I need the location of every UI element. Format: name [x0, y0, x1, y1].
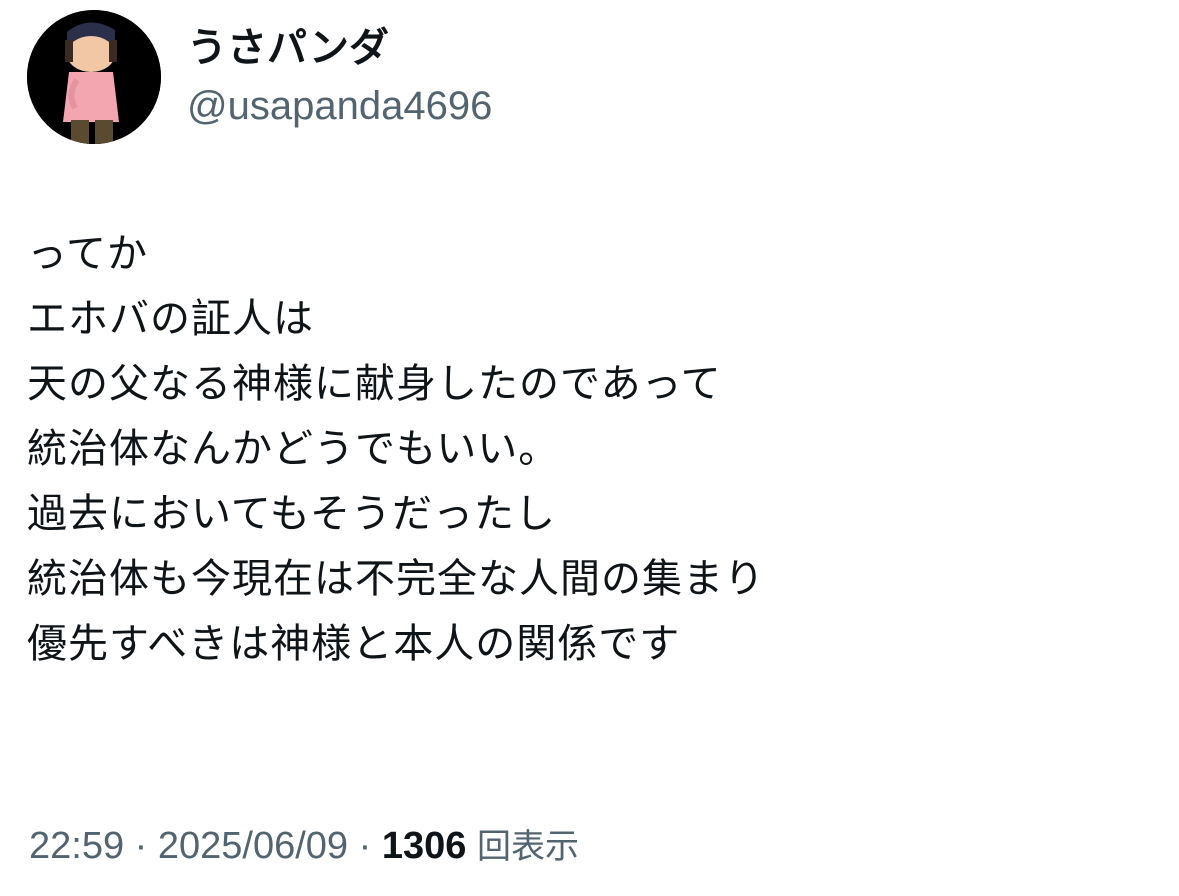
tweet-line: 優先すべきは神様と本人の関係です: [27, 621, 681, 667]
views-label: 回表示: [476, 827, 579, 867]
avatar[interactable]: [27, 10, 161, 144]
tweet-line: 統治体なんかどうでもいい。: [27, 426, 560, 472]
meta-separator: ·: [348, 825, 382, 867]
tweet-time[interactable]: 22:59: [29, 825, 124, 867]
views-count: 1306: [381, 825, 467, 867]
avatar-cartoon-person-icon: [27, 10, 161, 144]
meta-separator: ·: [124, 825, 158, 867]
author-handle[interactable]: @usapanda4696: [187, 80, 492, 132]
author-names: うさパンダ @usapanda4696: [187, 22, 492, 132]
tweet-meta: 22:59 · 2025/06/09 · 1306 回表示: [29, 820, 579, 873]
tweet-date[interactable]: 2025/06/09: [158, 825, 348, 867]
tweet-line: ってか: [27, 231, 148, 277]
tweet-text: ってか エホバの証人は 天の父なる神様に献身したのであって 統治体なんかどうでも…: [27, 222, 1147, 677]
tweet-line: 統治体も今現在は不完全な人間の集まり: [27, 556, 765, 602]
tweet-line: 天の父なる神様に献身したのであって: [27, 361, 722, 407]
tweet-header: うさパンダ @usapanda4696: [27, 10, 492, 144]
tweet-line: エホバの証人は: [27, 296, 314, 342]
author-display-name[interactable]: うさパンダ: [187, 22, 492, 74]
tweet-line: 過去においてもそうだったし: [27, 491, 556, 537]
